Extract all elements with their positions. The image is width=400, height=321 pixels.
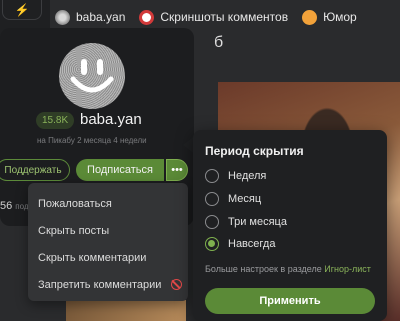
username[interactable]: baba.yan	[80, 111, 142, 128]
radio-button-checked[interactable]	[205, 237, 219, 251]
tag-label: Юмор	[323, 10, 357, 24]
tag-label: baba.yan	[76, 10, 126, 24]
post-title-fragment: б	[214, 34, 224, 51]
post-image-thumbnail	[66, 300, 186, 321]
radio-button[interactable]	[205, 192, 219, 206]
rating-badge: 15.8K	[36, 112, 75, 129]
lightning-icon[interactable]: ⚡	[2, 0, 42, 20]
radio-label: Навсегда	[228, 238, 276, 250]
ignore-list-link[interactable]: Игнор-лист	[324, 264, 371, 274]
menu-item-label: Скрыть комментарии	[38, 251, 147, 264]
tag-screenshots[interactable]: Скриншоты комментов	[139, 9, 289, 25]
more-settings-label: Больше настроек в разделе	[205, 264, 325, 274]
menu-item-hide-comments[interactable]: Скрыть комментарии	[28, 244, 188, 271]
tag-user[interactable]: baba.yan	[55, 9, 126, 25]
stat-value: 56	[0, 200, 13, 212]
stat-label: под	[15, 202, 29, 211]
menu-item-label: Запретить комментарии	[38, 278, 162, 291]
profile-stat: 56 под	[0, 200, 29, 212]
radio-label: Месяц	[228, 193, 262, 205]
radio-label: Неделя	[228, 170, 267, 182]
radio-option-three-months[interactable]: Три месяца	[205, 213, 287, 231]
humor-icon	[302, 9, 318, 25]
radio-option-week[interactable]: Неделя	[205, 167, 266, 185]
hide-period-popup: Период скрытия Неделя Месяц Три месяца Н…	[193, 130, 387, 321]
tag-bar: baba.yan Скриншоты комментов Юмор	[55, 4, 400, 30]
member-since: на Пикабу 2 месяца 4 недели	[37, 136, 147, 145]
menu-item-label: Пожаловаться	[38, 197, 112, 210]
radio-button[interactable]	[205, 169, 219, 183]
support-button[interactable]: Поддержать	[0, 159, 70, 181]
subscribe-button[interactable]: Подписаться	[76, 159, 164, 181]
ban-icon	[171, 279, 183, 290]
popup-caret	[183, 137, 193, 153]
radio-button[interactable]	[205, 215, 219, 229]
avatar[interactable]	[59, 43, 125, 109]
more-options-button[interactable]: •••	[166, 159, 188, 181]
tag-humor[interactable]: Юмор	[302, 9, 357, 25]
user-avatar-icon	[55, 9, 70, 25]
menu-item-report[interactable]: Пожаловаться	[28, 190, 188, 217]
menu-item-hide-posts[interactable]: Скрыть посты	[28, 217, 188, 244]
profile-actions-menu: Пожаловаться Скрыть посты Скрыть коммент…	[28, 183, 188, 301]
smiley-face-icon	[70, 59, 114, 93]
screenshots-icon	[139, 9, 155, 25]
apply-button[interactable]: Применить	[205, 288, 375, 314]
popup-title: Период скрытия	[205, 144, 304, 158]
menu-item-ban-comments[interactable]: Запретить комментарии	[28, 271, 188, 298]
menu-item-label: Скрыть посты	[38, 224, 110, 237]
more-settings-text: Больше настроек в разделе Игнор-лист	[205, 264, 371, 274]
tag-label: Скриншоты комментов	[160, 10, 289, 24]
radio-option-month[interactable]: Месяц	[205, 190, 261, 208]
radio-option-forever[interactable]: Навсегда	[205, 235, 275, 253]
radio-label: Три месяца	[228, 216, 287, 228]
